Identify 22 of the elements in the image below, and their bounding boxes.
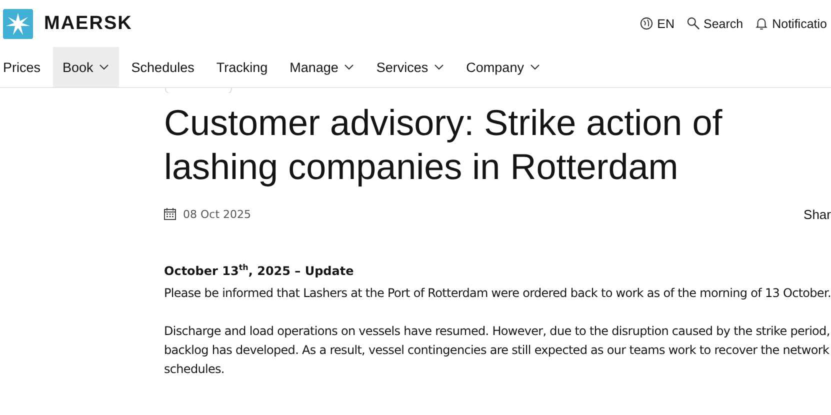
nav-item[interactable]: Manage [280, 47, 364, 87]
share-link[interactable]: Shar [804, 206, 831, 222]
nav-item[interactable]: Prices [0, 47, 51, 87]
publish-date: 08 Oct 2025 [183, 208, 252, 220]
brand-name[interactable]: MAERSK [44, 12, 132, 34]
update-heading: October 13$^{th}$, 2025 – Update [164, 263, 355, 278]
nav-item[interactable]: Company [456, 47, 550, 87]
article-title: Customer advisory: Strike action of lashing companies in Rotterdam [164, 101, 724, 189]
nav-item[interactable]: Book [52, 47, 120, 87]
notifications-button[interactable]: Notificatio [751, 16, 831, 30]
globe-icon [640, 17, 654, 30]
nav-item[interactable]: Schedules [121, 47, 204, 87]
search-icon [686, 17, 700, 30]
paragraph: Please be informed that Lashers at the Port of Rotterdam were ordered back to work as of the morning of 13 October. [164, 285, 831, 302]
nav-item[interactable]: Services [366, 47, 454, 87]
logo-icon[interactable] [3, 8, 33, 38]
bell-icon [755, 17, 768, 30]
paragraph: Discharge and load operations on vessels have resumed. However, due to the disruption caused by the strike period, backlog has developed. As a result, vessel contingencies are still expected as our teams work to recover the network schedules. [164, 323, 831, 378]
calendar-icon [164, 208, 176, 220]
search-button[interactable]: Search [682, 16, 748, 30]
language-button[interactable]: EN [636, 16, 678, 30]
nav-item[interactable]: Tracking [206, 47, 278, 87]
